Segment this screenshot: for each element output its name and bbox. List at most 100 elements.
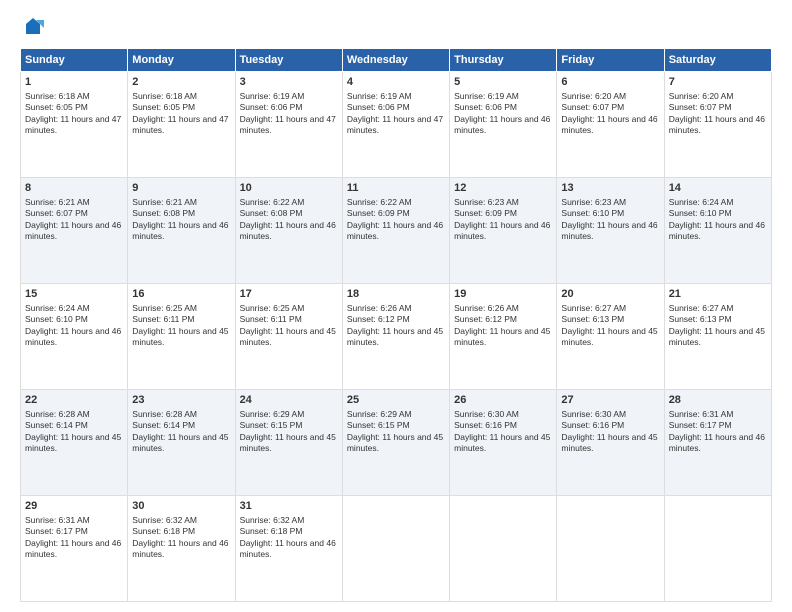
day-number: 25	[347, 393, 445, 408]
sunrise: Sunrise: 6:31 AM	[25, 515, 90, 525]
day-number: 11	[347, 181, 445, 196]
sunset: Sunset: 6:09 PM	[347, 208, 410, 218]
daylight-label: Daylight: 11 hours and 46 minutes.	[25, 220, 121, 241]
daylight-label: Daylight: 11 hours and 46 minutes.	[669, 432, 765, 453]
sunset: Sunset: 6:13 PM	[561, 314, 624, 324]
day-number: 19	[454, 287, 552, 302]
daylight-label: Daylight: 11 hours and 45 minutes.	[25, 432, 121, 453]
calendar-page: SundayMondayTuesdayWednesdayThursdayFrid…	[0, 0, 792, 612]
sunset: Sunset: 6:16 PM	[454, 420, 517, 430]
day-number: 1	[25, 75, 123, 90]
calendar-cell	[342, 496, 449, 602]
sunset: Sunset: 6:07 PM	[669, 102, 732, 112]
daylight-label: Daylight: 11 hours and 46 minutes.	[25, 538, 121, 559]
sunrise: Sunrise: 6:25 AM	[240, 303, 305, 313]
day-number: 28	[669, 393, 767, 408]
calendar-cell: 31Sunrise: 6:32 AMSunset: 6:18 PMDayligh…	[235, 496, 342, 602]
daylight-label: Daylight: 11 hours and 45 minutes.	[347, 326, 443, 347]
sunset: Sunset: 6:17 PM	[669, 420, 732, 430]
sunset: Sunset: 6:05 PM	[25, 102, 88, 112]
sunrise: Sunrise: 6:22 AM	[240, 197, 305, 207]
sunrise: Sunrise: 6:32 AM	[132, 515, 197, 525]
sunset: Sunset: 6:07 PM	[561, 102, 624, 112]
sunrise: Sunrise: 6:26 AM	[347, 303, 412, 313]
sunset: Sunset: 6:10 PM	[669, 208, 732, 218]
day-header-monday: Monday	[128, 49, 235, 72]
sunrise: Sunrise: 6:18 AM	[132, 91, 197, 101]
calendar-cell: 17Sunrise: 6:25 AMSunset: 6:11 PMDayligh…	[235, 284, 342, 390]
day-number: 24	[240, 393, 338, 408]
daylight-label: Daylight: 11 hours and 45 minutes.	[347, 432, 443, 453]
calendar-cell	[450, 496, 557, 602]
calendar-cell: 24Sunrise: 6:29 AMSunset: 6:15 PMDayligh…	[235, 390, 342, 496]
sunrise: Sunrise: 6:27 AM	[669, 303, 734, 313]
day-number: 3	[240, 75, 338, 90]
day-number: 16	[132, 287, 230, 302]
daylight-label: Daylight: 11 hours and 46 minutes.	[25, 326, 121, 347]
sunset: Sunset: 6:12 PM	[454, 314, 517, 324]
calendar-header-row: SundayMondayTuesdayWednesdayThursdayFrid…	[21, 49, 772, 72]
calendar-week-1: 1Sunrise: 6:18 AMSunset: 6:05 PMDaylight…	[21, 72, 772, 178]
calendar-cell: 5Sunrise: 6:19 AMSunset: 6:06 PMDaylight…	[450, 72, 557, 178]
sunrise: Sunrise: 6:25 AM	[132, 303, 197, 313]
sunrise: Sunrise: 6:31 AM	[669, 409, 734, 419]
calendar-cell: 25Sunrise: 6:29 AMSunset: 6:15 PMDayligh…	[342, 390, 449, 496]
sunrise: Sunrise: 6:26 AM	[454, 303, 519, 313]
calendar-cell: 27Sunrise: 6:30 AMSunset: 6:16 PMDayligh…	[557, 390, 664, 496]
day-number: 2	[132, 75, 230, 90]
day-header-wednesday: Wednesday	[342, 49, 449, 72]
daylight-label: Daylight: 11 hours and 45 minutes.	[132, 432, 228, 453]
calendar-cell: 1Sunrise: 6:18 AMSunset: 6:05 PMDaylight…	[21, 72, 128, 178]
daylight-label: Daylight: 11 hours and 45 minutes.	[561, 432, 657, 453]
day-number: 18	[347, 287, 445, 302]
daylight-label: Daylight: 11 hours and 46 minutes.	[347, 220, 443, 241]
sunrise: Sunrise: 6:30 AM	[561, 409, 626, 419]
sunrise: Sunrise: 6:19 AM	[454, 91, 519, 101]
calendar-cell: 14Sunrise: 6:24 AMSunset: 6:10 PMDayligh…	[664, 178, 771, 284]
sunset: Sunset: 6:09 PM	[454, 208, 517, 218]
daylight-label: Daylight: 11 hours and 46 minutes.	[132, 220, 228, 241]
sunset: Sunset: 6:06 PM	[347, 102, 410, 112]
sunset: Sunset: 6:11 PM	[132, 314, 194, 324]
calendar-cell: 15Sunrise: 6:24 AMSunset: 6:10 PMDayligh…	[21, 284, 128, 390]
calendar-week-5: 29Sunrise: 6:31 AMSunset: 6:17 PMDayligh…	[21, 496, 772, 602]
daylight-label: Daylight: 11 hours and 45 minutes.	[240, 432, 336, 453]
calendar-cell: 21Sunrise: 6:27 AMSunset: 6:13 PMDayligh…	[664, 284, 771, 390]
sunrise: Sunrise: 6:20 AM	[669, 91, 734, 101]
calendar-cell: 6Sunrise: 6:20 AMSunset: 6:07 PMDaylight…	[557, 72, 664, 178]
day-header-tuesday: Tuesday	[235, 49, 342, 72]
day-header-friday: Friday	[557, 49, 664, 72]
day-number: 13	[561, 181, 659, 196]
calendar-cell: 12Sunrise: 6:23 AMSunset: 6:09 PMDayligh…	[450, 178, 557, 284]
sunrise: Sunrise: 6:19 AM	[240, 91, 305, 101]
sunrise: Sunrise: 6:32 AM	[240, 515, 305, 525]
calendar-week-4: 22Sunrise: 6:28 AMSunset: 6:14 PMDayligh…	[21, 390, 772, 496]
day-number: 17	[240, 287, 338, 302]
calendar-cell: 13Sunrise: 6:23 AMSunset: 6:10 PMDayligh…	[557, 178, 664, 284]
day-number: 26	[454, 393, 552, 408]
daylight-label: Daylight: 11 hours and 46 minutes.	[454, 220, 550, 241]
day-number: 15	[25, 287, 123, 302]
day-number: 4	[347, 75, 445, 90]
sunrise: Sunrise: 6:22 AM	[347, 197, 412, 207]
day-number: 5	[454, 75, 552, 90]
day-number: 7	[669, 75, 767, 90]
day-number: 29	[25, 499, 123, 514]
calendar-cell: 8Sunrise: 6:21 AMSunset: 6:07 PMDaylight…	[21, 178, 128, 284]
daylight-label: Daylight: 11 hours and 46 minutes.	[240, 220, 336, 241]
calendar-cell: 3Sunrise: 6:19 AMSunset: 6:06 PMDaylight…	[235, 72, 342, 178]
calendar-cell: 30Sunrise: 6:32 AMSunset: 6:18 PMDayligh…	[128, 496, 235, 602]
calendar-week-3: 15Sunrise: 6:24 AMSunset: 6:10 PMDayligh…	[21, 284, 772, 390]
calendar-cell: 16Sunrise: 6:25 AMSunset: 6:11 PMDayligh…	[128, 284, 235, 390]
daylight-label: Daylight: 11 hours and 46 minutes.	[561, 220, 657, 241]
sunset: Sunset: 6:10 PM	[25, 314, 88, 324]
calendar-cell: 23Sunrise: 6:28 AMSunset: 6:14 PMDayligh…	[128, 390, 235, 496]
day-number: 10	[240, 181, 338, 196]
sunset: Sunset: 6:07 PM	[25, 208, 88, 218]
sunrise: Sunrise: 6:27 AM	[561, 303, 626, 313]
logo-icon	[22, 16, 44, 38]
sunset: Sunset: 6:05 PM	[132, 102, 195, 112]
calendar-cell: 28Sunrise: 6:31 AMSunset: 6:17 PM Dayligh…	[664, 390, 771, 496]
calendar-cell: 29Sunrise: 6:31 AMSunset: 6:17 PMDayligh…	[21, 496, 128, 602]
sunset: Sunset: 6:12 PM	[347, 314, 410, 324]
